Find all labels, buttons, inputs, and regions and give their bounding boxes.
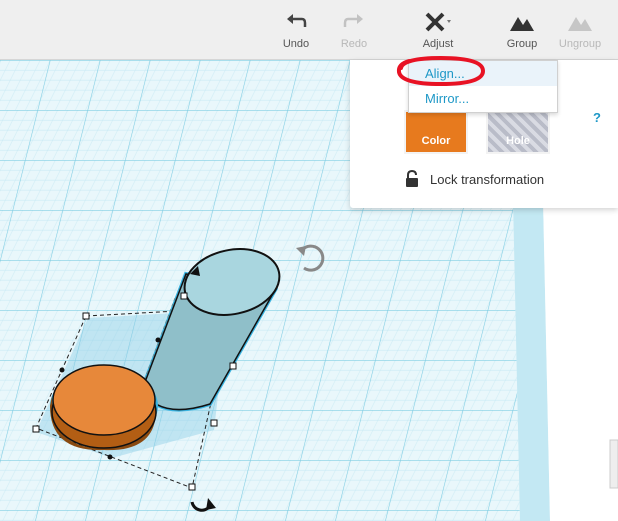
lock-icon [406,170,418,187]
adjust-label: Adjust [422,38,454,50]
menu-item-mirror[interactable]: Mirror... [409,86,557,111]
lock-label: Lock transformation [430,171,545,187]
lock-transformation-toggle[interactable]: Lock transformation [404,170,544,188]
help-button[interactable]: ? [593,110,601,125]
hole-label: Hole [506,135,530,147]
group-button[interactable]: Group [497,12,547,50]
orange-disc-shape[interactable] [50,364,158,451]
group-icon [497,12,547,34]
color-label: Color [421,135,451,147]
undo-label: Undo [282,38,310,50]
adjust-button[interactable]: Adjust [413,12,463,50]
ungroup-button[interactable]: Ungroup [555,12,605,50]
adjust-icon [413,12,463,34]
hole-swatch-button[interactable]: Hole [486,110,550,154]
color-swatch-button[interactable]: Color [404,110,468,154]
toolbar: Undo Redo Adjust Group Ungroup [0,0,618,60]
undo-icon [271,12,321,34]
ungroup-label: Ungroup [558,38,602,50]
redo-icon [329,12,379,34]
redo-button[interactable]: Redo [329,12,379,50]
menu-item-align[interactable]: Align... [409,61,557,86]
undo-button[interactable]: Undo [271,12,321,50]
redo-label: Redo [340,38,368,50]
group-label: Group [506,38,538,50]
ungroup-icon [555,12,605,34]
adjust-dropdown-menu: Align... Mirror... [408,60,558,113]
